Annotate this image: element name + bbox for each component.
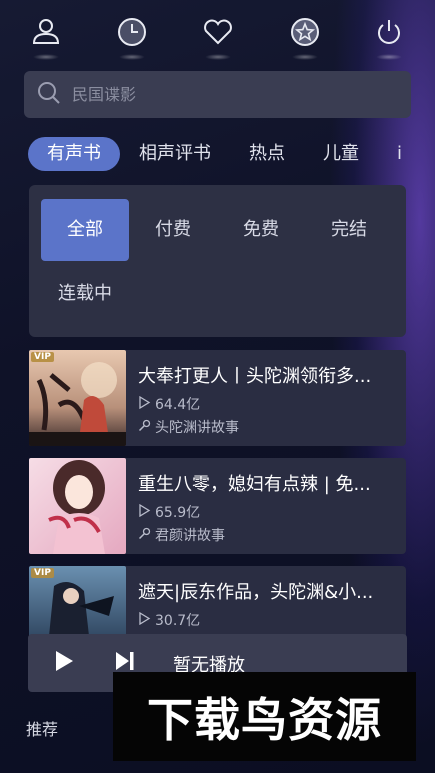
filter-ongoing[interactable]: 连载中: [41, 263, 129, 325]
filter-paid[interactable]: 付费: [129, 199, 217, 261]
search-icon: [36, 80, 72, 110]
play-count: 30.7亿: [138, 610, 200, 630]
play-button[interactable]: [50, 649, 78, 677]
book-cover: VIP: [29, 350, 126, 446]
book-title: 重生八零，媳妇有点辣 | 免...: [138, 474, 371, 495]
tab-children[interactable]: 儿童: [304, 137, 378, 171]
play-icon: [138, 611, 155, 629]
watermark-text: 下载鸟资源: [147, 692, 382, 747]
play-icon: [138, 503, 155, 521]
book-title: 大奉打更人丨头陀渊领衔多...: [138, 366, 372, 387]
play-icon: [52, 649, 76, 677]
power-icon[interactable]: [367, 10, 411, 60]
search-bar[interactable]: [24, 71, 411, 118]
author: 头陀渊讲故事: [138, 417, 239, 437]
book-item[interactable]: 重生八零，媳妇有点辣 | 免... 65.9亿 君颜讲故事: [29, 458, 406, 554]
play-icon: [138, 395, 155, 413]
filter-all[interactable]: 全部: [41, 199, 129, 261]
book-title: 遮天|辰东作品，头陀渊&小...: [138, 582, 374, 603]
filter-panel: 全部 付费 免费 完结 连载中: [29, 185, 406, 337]
filter-completed[interactable]: 完结: [305, 199, 393, 261]
star-icon[interactable]: [283, 10, 327, 60]
filter-free[interactable]: 免费: [217, 199, 305, 261]
play-count-value: 65.9亿: [155, 505, 201, 521]
vip-badge: VIP: [31, 352, 54, 362]
vip-badge: VIP: [31, 568, 54, 578]
tab-hot[interactable]: 热点: [230, 137, 304, 171]
microphone-icon: [138, 419, 155, 436]
book-cover: [29, 458, 126, 554]
tab-crosstalk[interactable]: 相声评书: [120, 137, 230, 171]
play-count-value: 30.7亿: [155, 613, 201, 629]
author-name: 君颜讲故事: [155, 528, 225, 544]
play-count: 64.4亿: [138, 394, 200, 414]
tab-audiobook[interactable]: 有声书: [28, 137, 120, 171]
watermark-overlay: 下载鸟资源: [113, 672, 416, 761]
microphone-icon: [138, 527, 155, 544]
author: 君颜讲故事: [138, 525, 225, 545]
heart-icon[interactable]: [196, 10, 240, 60]
user-icon[interactable]: [24, 10, 68, 60]
bottom-tab-recommend[interactable]: 推荐: [26, 716, 58, 740]
category-tabs: 有声书 相声评书 热点 儿童 i: [28, 137, 435, 173]
search-input[interactable]: [72, 85, 372, 104]
clock-icon[interactable]: [110, 10, 154, 60]
play-count: 65.9亿: [138, 502, 200, 522]
tab-overflow[interactable]: i: [378, 137, 421, 171]
play-count-value: 64.4亿: [155, 397, 201, 413]
book-item[interactable]: VIP 大奉打更人丨头陀渊领衔多... 64.4亿 头陀渊讲故事: [29, 350, 406, 446]
author-name: 头陀渊讲故事: [155, 420, 239, 436]
top-icon-bar: [0, 10, 435, 60]
